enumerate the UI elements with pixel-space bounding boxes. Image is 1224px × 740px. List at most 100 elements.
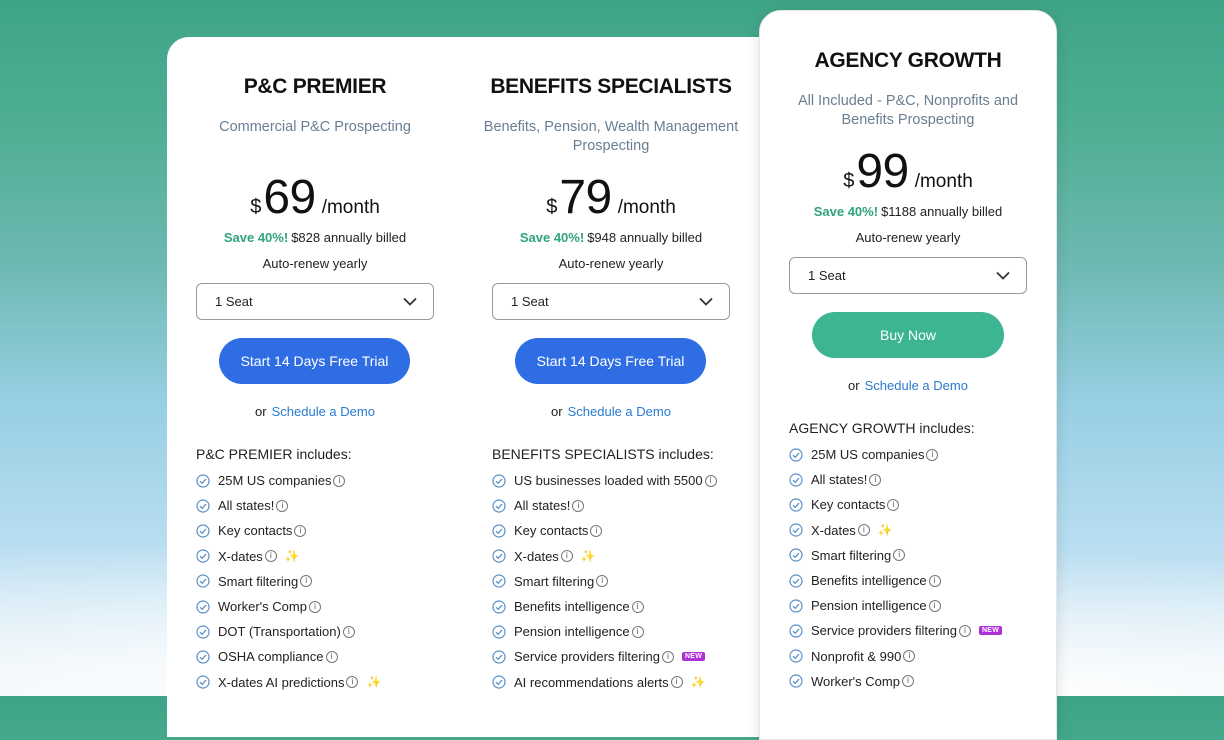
feature-label: X-dates	[218, 548, 263, 564]
feature-label: US businesses loaded with 5500	[514, 473, 703, 488]
check-circle-icon	[196, 549, 210, 563]
info-icon[interactable]: i	[333, 474, 346, 487]
info-icon[interactable]: i	[325, 650, 338, 663]
info-icon[interactable]: i	[893, 549, 906, 562]
info-icon[interactable]: i	[704, 474, 717, 487]
info-icon[interactable]: i	[342, 625, 355, 638]
schedule-demo-link[interactable]: Schedule a Demo	[865, 378, 968, 393]
check-circle-icon	[492, 650, 506, 664]
info-icon[interactable]: i	[857, 524, 870, 537]
schedule-demo-link[interactable]: Schedule a Demo	[272, 404, 375, 419]
check-circle-icon	[789, 649, 803, 663]
billing-info: Save 40%! $948 annually billed	[463, 230, 759, 245]
price-period: /month	[321, 197, 380, 218]
check-circle-icon	[789, 548, 803, 562]
feature-item: DOT (Transportation) i	[196, 624, 355, 639]
schedule-demo-row: or Schedule a Demo	[760, 378, 1056, 393]
seat-select[interactable]: 1 Seat	[196, 283, 434, 320]
info-icon[interactable]: i	[300, 575, 313, 588]
feature-label: Smart filtering	[514, 573, 595, 589]
price-amount: 79	[559, 171, 612, 224]
feature-item: Smart filtering i	[789, 548, 906, 563]
info-icon[interactable]: i	[294, 524, 307, 537]
new-badge: NEW	[978, 626, 1003, 636]
feature-item: X-dates i ✨	[789, 523, 893, 538]
chevron-down-icon	[403, 297, 417, 306]
plan-price: $ 69 /month	[167, 170, 463, 225]
sparkle-icon: ✨	[690, 675, 706, 690]
plan-price: $ 99 /month	[760, 144, 1056, 199]
info-icon[interactable]: i	[590, 524, 603, 537]
feature-label: AI recommendations alerts	[514, 674, 669, 690]
check-circle-icon	[196, 599, 210, 614]
info-icon[interactable]: i	[346, 676, 359, 689]
info-icon[interactable]: i	[928, 599, 941, 612]
feature-label: Key contacts	[811, 497, 886, 513]
price-currency: $	[250, 196, 262, 218]
info-icon[interactable]: i	[958, 624, 971, 637]
renew-text: Auto-renew yearly	[855, 230, 961, 245]
check-circle-icon	[492, 675, 506, 689]
feature-item: US businesses loaded with 5500 i	[492, 473, 717, 488]
start-trial-button[interactable]: Start 14 Days Free Trial	[219, 338, 410, 384]
feature-label: Service providers filtering	[811, 623, 957, 639]
buy-now-button[interactable]: Buy Now	[812, 312, 1004, 358]
feature-item: AI recommendations alerts i ✨	[492, 675, 706, 690]
feature-label: X-dates	[811, 522, 856, 538]
price-period: /month	[617, 197, 676, 218]
schedule-demo-link[interactable]: Schedule a Demo	[568, 404, 671, 419]
renew-text: Auto-renew yearly	[262, 256, 368, 271]
plan-name: P&C PREMIER	[243, 75, 387, 98]
feature-item: Worker's Comp i	[196, 599, 321, 614]
info-icon[interactable]: i	[308, 600, 321, 613]
feature-item: Benefits intelligence i	[492, 599, 644, 614]
billed-text: $1188 annually billed	[881, 204, 1003, 219]
start-trial-button[interactable]: Start 14 Days Free Trial	[515, 338, 706, 384]
includes-title: BENEFITS SPECIALISTS includes:	[492, 446, 714, 462]
chevron-down-icon	[699, 297, 713, 306]
feature-label: X-dates AI predictions	[218, 674, 345, 690]
info-icon[interactable]: i	[572, 499, 585, 512]
info-icon[interactable]: i	[928, 574, 941, 587]
plan-price: $ 79 /month	[463, 170, 759, 225]
info-icon[interactable]: i	[887, 498, 900, 511]
info-icon[interactable]: i	[670, 676, 683, 689]
includes-title: P&C PREMIER includes:	[196, 446, 352, 462]
schedule-demo-row: or Schedule a Demo	[167, 404, 463, 419]
plan-name: AGENCY GROWTH	[814, 49, 1002, 72]
feature-item: 25M US companies i	[196, 473, 346, 488]
feature-label: All states!	[514, 498, 571, 514]
sparkle-icon: ✨	[366, 675, 382, 690]
feature-item: X-dates i ✨	[196, 549, 300, 564]
feature-label: OSHA compliance	[218, 649, 324, 665]
demo-or-text: or	[848, 378, 860, 393]
check-circle-icon	[789, 674, 803, 688]
check-circle-icon	[492, 574, 506, 588]
info-icon[interactable]: i	[631, 625, 644, 638]
feature-item: Key contacts i	[196, 523, 307, 538]
info-icon[interactable]: i	[903, 650, 916, 663]
info-icon[interactable]: i	[661, 650, 674, 663]
seat-select[interactable]: 1 Seat	[789, 257, 1027, 294]
feature-label: Benefits intelligence	[514, 599, 630, 614]
check-circle-icon	[492, 599, 506, 614]
info-icon[interactable]: i	[264, 550, 277, 563]
feature-label: Worker's Comp	[218, 599, 307, 614]
includes-title: AGENCY GROWTH includes:	[789, 420, 975, 436]
info-icon[interactable]: i	[901, 675, 914, 688]
info-icon[interactable]: i	[596, 575, 609, 588]
info-icon[interactable]: i	[926, 448, 939, 461]
info-icon[interactable]: i	[276, 499, 289, 512]
check-circle-icon	[196, 625, 210, 639]
check-circle-icon	[789, 573, 803, 588]
info-icon[interactable]: i	[869, 473, 882, 486]
seat-select[interactable]: 1 Seat	[492, 283, 730, 320]
seat-select-value: 1 Seat	[808, 268, 846, 283]
check-circle-icon	[492, 473, 506, 488]
check-circle-icon	[789, 498, 803, 512]
info-icon[interactable]: i	[631, 600, 644, 613]
seat-select-value: 1 Seat	[215, 294, 253, 309]
feature-item: Key contacts i	[789, 497, 900, 513]
info-icon[interactable]: i	[560, 550, 573, 563]
sparkle-icon: ✨	[580, 549, 596, 564]
